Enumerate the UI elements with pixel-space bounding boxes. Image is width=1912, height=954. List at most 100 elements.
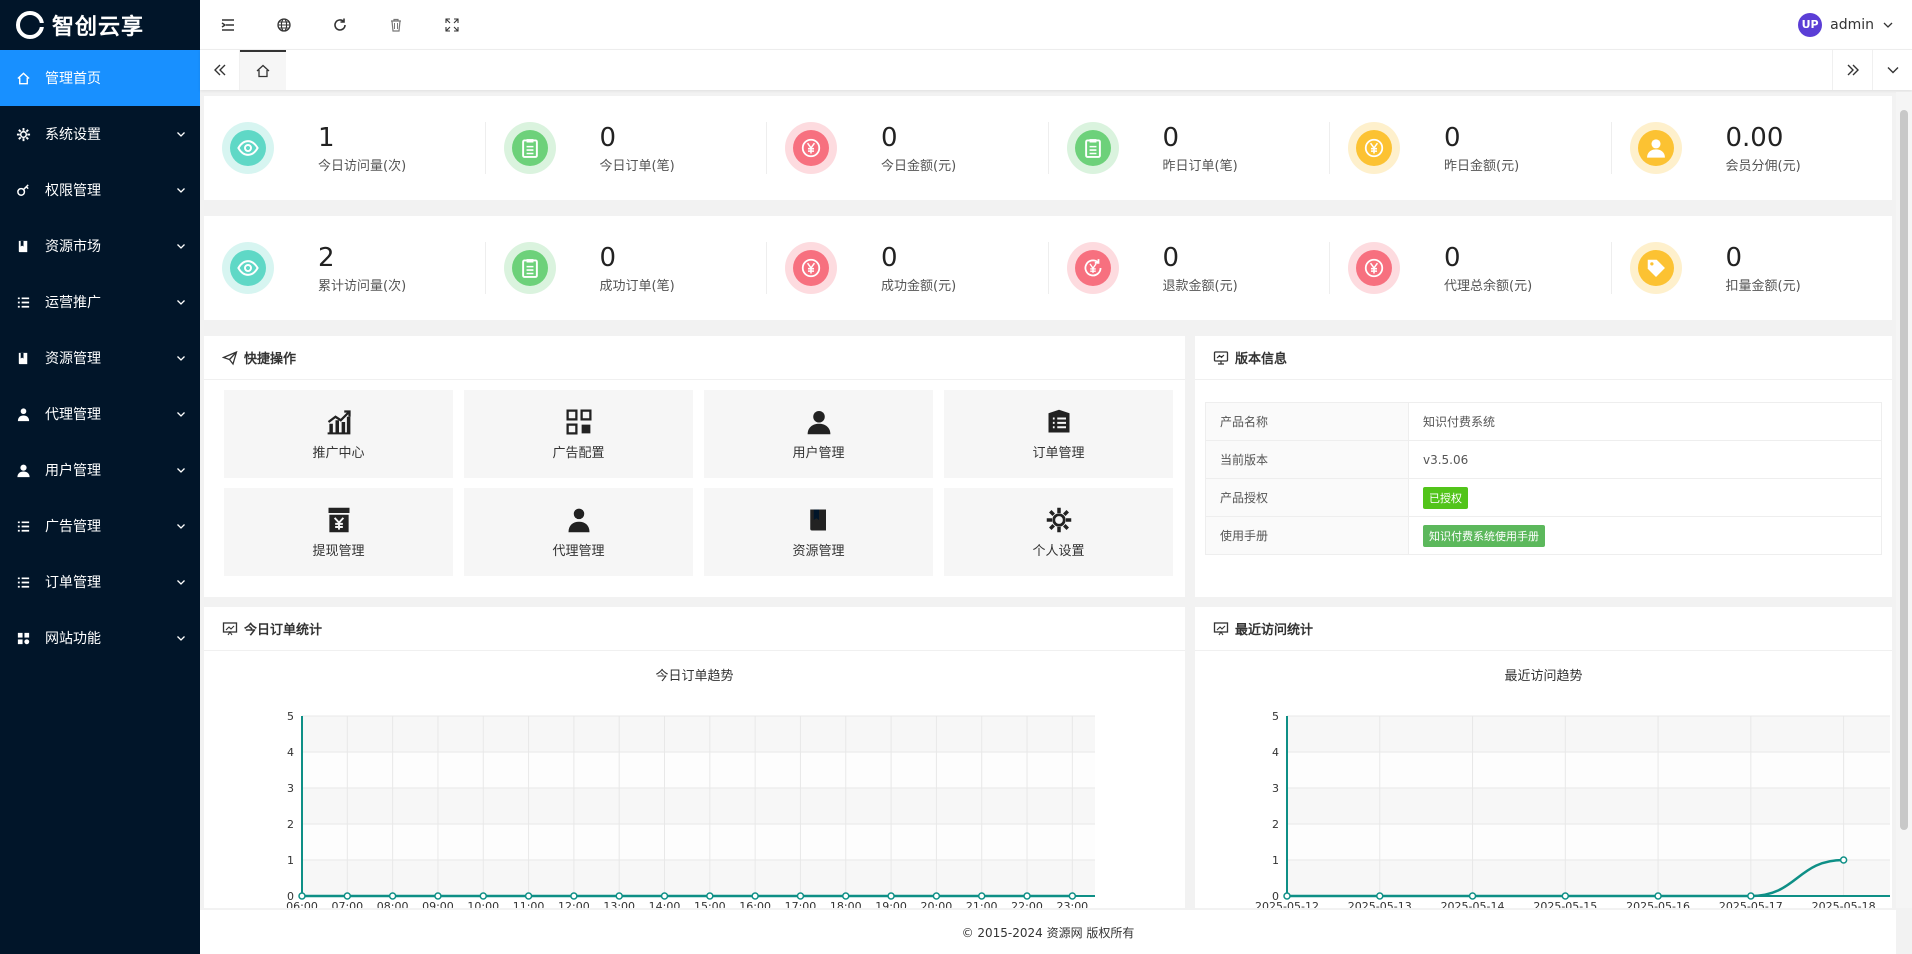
quick-action-1[interactable]: 广告配置: [464, 390, 693, 478]
sidebar-item-9[interactable]: 订单管理: [0, 554, 200, 610]
chevron-down-icon: [176, 633, 186, 643]
data-point[interactable]: [343, 892, 352, 900]
sidebar-item-4[interactable]: 运营推广: [0, 274, 200, 330]
stat-value: 0: [1444, 122, 1461, 153]
sidebar-item-label: 资源管理: [45, 351, 101, 367]
page-scrollbar[interactable]: [1896, 92, 1912, 908]
sidebar-item-6[interactable]: 代理管理: [0, 386, 200, 442]
book-icon: [809, 509, 826, 530]
stat-label: 扣量金额(元): [1725, 278, 1801, 294]
quick-action-2[interactable]: 用户管理: [704, 390, 933, 478]
data-point[interactable]: [842, 892, 850, 900]
presentation-chart-icon: [1213, 621, 1229, 635]
x-tick-label: 23:00: [1056, 900, 1088, 908]
brand-logo[interactable]: 智创云享: [0, 0, 200, 50]
data-point[interactable]: [751, 892, 759, 900]
data-point[interactable]: [524, 892, 533, 900]
data-point[interactable]: [1023, 892, 1031, 900]
quick-action-5[interactable]: 代理管理: [464, 488, 693, 576]
sidebar-item-5[interactable]: 资源管理: [0, 330, 200, 386]
home-icon: [256, 64, 270, 78]
user-menu[interactable]: UP admin: [1798, 12, 1912, 37]
version-value: 知识付费系统: [1423, 415, 1496, 429]
stat-item: 0 扣量金额(元): [1612, 242, 1893, 294]
data-point[interactable]: [434, 892, 442, 900]
x-tick-label: 14:00: [649, 900, 681, 908]
sidebar-item-10[interactable]: 网站功能: [0, 610, 200, 666]
quick-action-0[interactable]: 推广中心: [224, 390, 453, 478]
data-point[interactable]: [479, 892, 488, 900]
sidebar-item-2[interactable]: 权限管理: [0, 162, 200, 218]
sidebar-item-label: 广告管理: [45, 519, 101, 535]
stat-label: 昨日金额(元): [1444, 158, 1520, 174]
stat-icon-ring: [1348, 242, 1400, 294]
globe-icon: [277, 17, 291, 32]
book-icon: [18, 352, 27, 364]
tabs-menu-button[interactable]: [1872, 50, 1912, 90]
x-tick-label: 09:00: [422, 900, 454, 908]
stat-label: 退款金额(元): [1162, 278, 1238, 294]
yuan-icon: [1356, 130, 1392, 166]
chevron-down-icon: [176, 465, 186, 475]
data-point[interactable]: [1747, 892, 1755, 900]
data-point[interactable]: [1068, 892, 1077, 900]
sidebar-item-7[interactable]: 用户管理: [0, 442, 200, 498]
sidebar-item-1[interactable]: 系统设置: [0, 106, 200, 162]
data-point[interactable]: [932, 892, 941, 900]
grid-band: [302, 752, 1095, 788]
visit-chart-title: 最近访问趋势: [1504, 669, 1583, 684]
eye-icon: [230, 130, 266, 166]
toggle-sidebar-button[interactable]: [200, 0, 256, 50]
version-row: 当前版本 v3.5.06: [1205, 440, 1882, 479]
scrollbar-thumb[interactable]: [1900, 110, 1908, 830]
stat-label: 成功金额(元): [881, 278, 957, 294]
tabs-scroll-right-button[interactable]: [1832, 50, 1872, 90]
tab-home[interactable]: [240, 50, 286, 90]
data-point[interactable]: [660, 892, 669, 900]
username: admin: [1830, 16, 1874, 33]
data-point[interactable]: [388, 892, 397, 900]
stat-icon-ring: [1629, 122, 1682, 174]
data-point[interactable]: [570, 892, 578, 900]
quick-action-3[interactable]: 订单管理: [944, 390, 1173, 478]
sidebar-item-0[interactable]: 管理首页: [0, 50, 200, 106]
stat-icon-ring: [1066, 242, 1119, 294]
data-point[interactable]: [1283, 892, 1291, 900]
clipboard-icon: [511, 250, 548, 286]
refund-icon: [1084, 259, 1101, 277]
avatar: UP: [1798, 12, 1823, 37]
stats-total-card: 2 累计访问量(次) 0 成功订单(笔) 0 成功金额(元) 0 退款金额(元) 0 代理总余额(…: [204, 216, 1892, 320]
sidebar-item-8[interactable]: 广告管理: [0, 498, 200, 554]
data-point[interactable]: [977, 892, 986, 900]
data-point[interactable]: [298, 892, 306, 900]
sidebar-item-3[interactable]: 资源市场: [0, 218, 200, 274]
quick-action-4[interactable]: 提现管理: [224, 488, 453, 576]
refresh-button[interactable]: [312, 0, 368, 50]
data-point[interactable]: [706, 892, 714, 900]
tabs-scroll-left-button[interactable]: [200, 50, 240, 90]
visit-stats-panel: 最近访问统计 最近访问趋势 0 1 2 3 4 5 2025-05-12 2025-05-13…: [1195, 607, 1892, 908]
x-tick-label: 06:00: [286, 900, 318, 908]
clear-cache-button[interactable]: [368, 0, 424, 50]
data-point[interactable]: [887, 892, 895, 900]
stat-item: 0 成功金额(元): [767, 242, 1049, 294]
quick-action-6[interactable]: 资源管理: [704, 488, 933, 576]
manual-link[interactable]: 知识付费系统使用手册: [1423, 524, 1545, 547]
fullscreen-button[interactable]: [424, 0, 480, 50]
chevron-down-icon: [1883, 22, 1893, 28]
globe-button[interactable]: [256, 0, 312, 50]
data-point[interactable]: [1561, 892, 1570, 900]
version-info-header: 版本信息: [1195, 336, 1892, 380]
quick-action-label: 订单管理: [1032, 445, 1085, 461]
growth-chart-icon: [327, 409, 351, 434]
data-point[interactable]: [1839, 856, 1848, 864]
quick-action-7[interactable]: 个人设置: [944, 488, 1173, 576]
quick-action-label: 提现管理: [312, 543, 365, 559]
data-point[interactable]: [1468, 892, 1477, 900]
data-point[interactable]: [1654, 892, 1662, 900]
list-icon: [15, 574, 31, 590]
data-point[interactable]: [615, 892, 623, 900]
data-point[interactable]: [1376, 892, 1384, 900]
data-point[interactable]: [796, 892, 805, 900]
fullscreen-icon: [445, 17, 459, 32]
